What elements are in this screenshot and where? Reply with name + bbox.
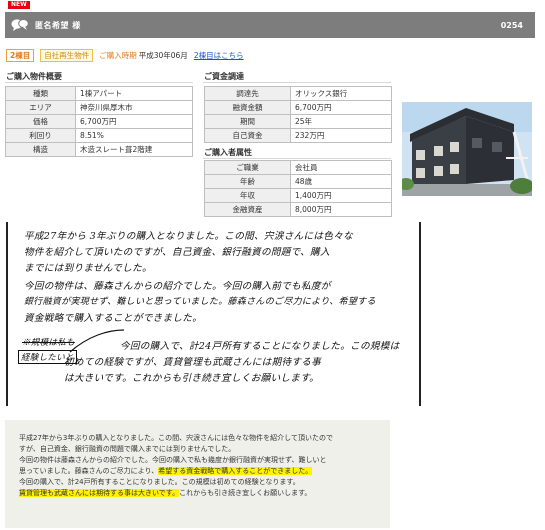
customer-name: 匿名希望 様: [35, 20, 81, 30]
comment-text: 今回の購入で、計24戸所有することになりました。この規模は初めての経験となります…: [19, 478, 300, 486]
row-key: 利回り: [5, 128, 76, 143]
table-row: 利回り 8.51%: [5, 128, 193, 143]
memo-line: 初めての経験ですが、賃貸管理も武蔵さんには期待する事: [64, 357, 322, 368]
purchase-period-label: ご購入時期: [99, 51, 137, 60]
buyer-divider: [203, 158, 391, 159]
memo-line: は大きいです。これからも引き続き宜しくお願いします。: [64, 373, 320, 384]
memo-line: 平成27年から 3年ぶりの購入となりました。この間、宍涙さんには色々な: [24, 231, 353, 242]
memo-line: までには到りませんでした。: [24, 263, 152, 274]
comment-line: 今回の物件は藤森さんからの紹介でした。今回の購入で私も幾度か銀行融資が実現せず、…: [19, 455, 376, 466]
memo-strikeout-note: ※規模は私も: [22, 338, 75, 348]
row-key: 融資金額: [204, 100, 291, 115]
tag-row: 2棟目 自社再生物件 ご購入時期 平成30年06月 2棟目はこちら: [6, 49, 244, 62]
property-table: 種類 1棟アパート エリア 神奈川県厚木市 価格 6,700万円 利回り 8.51% 構造 木造ス…: [5, 86, 193, 157]
comment-line: 賃貸管理も武蔵さんには期待する事は大きいです。これからも引き続き宜しくお願いしま…: [19, 488, 376, 499]
table-row: 種類 1棟アパート: [5, 86, 193, 101]
apartment-building-image: [402, 102, 532, 196]
row-value: 木造スレート葺2階建: [75, 142, 193, 157]
self-renovation-tag: 自社再生物件: [40, 49, 94, 62]
row-key: 金融資産: [204, 202, 291, 217]
row-value: 232万円: [290, 128, 392, 143]
purchase-period-value: 平成30年06月: [138, 51, 188, 60]
row-value: 1,400万円: [290, 188, 392, 203]
table-row: 構造 木造スレート葺2階建: [5, 142, 193, 157]
row-key: 価格: [5, 114, 76, 129]
highlighted-text: 希望する資金戦略で購入することができました。: [158, 467, 313, 475]
table-row: 融資金額 6,700万円: [204, 100, 392, 115]
table-row: 金融資産 8,000万円: [204, 202, 392, 217]
memo-arrow-icon: [69, 329, 125, 353]
row-value: 1棟アパート: [75, 86, 193, 101]
row-value: 会社員: [290, 160, 392, 175]
table-row: 年収 1,400万円: [204, 188, 392, 203]
funding-divider: [203, 82, 391, 83]
speech-bubble-icon: [11, 19, 29, 31]
row-key: 年収: [204, 188, 291, 203]
table-row: 価格 6,700万円: [5, 114, 193, 129]
row-value: 8,000万円: [290, 202, 392, 217]
floor-tag: 2棟目: [6, 49, 35, 62]
comment-line: 思っていました。藤森さんのご尽力により、希望する資金戦略で購入することができまし…: [19, 466, 376, 477]
row-key: 自己資金: [204, 128, 291, 143]
table-row: 調達先 オリックス銀行: [204, 86, 392, 101]
table-row: 自己資金 232万円: [204, 128, 392, 143]
row-key: 調達先: [204, 86, 291, 101]
header-bar: 匿名希望 様 0254: [5, 12, 535, 38]
table-row: 年齢 48歳: [204, 174, 392, 189]
comment-text: 平成27年から3年ぶりの購入となりました。この間、宍涙さんには色々な物件を紹介し…: [19, 434, 333, 442]
buyer-table: ご職業 会社員 年齢 48歳 年収 1,400万円 金融資産 8,000万円: [204, 160, 392, 217]
comment-text: すが、自己資金、銀行融資の問題で購入までには到りませんでした。: [19, 445, 236, 453]
new-badge: NEW: [8, 1, 30, 9]
row-value: オリックス銀行: [290, 86, 392, 101]
comment-line: すが、自己資金、銀行融資の問題で購入までには到りませんでした。: [19, 444, 376, 455]
row-key: 種類: [5, 86, 76, 101]
buyer-section-title: ご購入者属性: [204, 148, 252, 157]
comment-line: 平成27年から3年ぶりの購入となりました。この間、宍涙さんには色々な物件を紹介し…: [19, 433, 376, 444]
row-value: 神奈川県厚木市: [75, 100, 193, 115]
memo-line: 今回の購入で、計24戸所有することになりました。この規模は: [120, 341, 400, 352]
highlighted-text: 賃貸管理も武蔵さんには期待する事は大きいです。: [19, 489, 180, 497]
transcribed-comment: 平成27年から3年ぶりの購入となりました。この間、宍涙さんには色々な物件を紹介し…: [5, 420, 390, 528]
memo-line: 銀行融資が実現せず、難しいと思っていました。藤森さんのご尽力により、希望する: [24, 297, 376, 307]
second-building-link[interactable]: 2棟目はこちら: [194, 50, 244, 61]
memo-line: 今回の物件は、藤森さんからの紹介でした。今回の購入前でも私度が: [24, 281, 331, 292]
row-value: 8.51%: [75, 128, 193, 143]
funding-table: 調達先 オリックス銀行 融資金額 6,700万円 期間 25年 自己資金 232万円: [204, 86, 392, 143]
comment-line: 今回の購入で、計24戸所有することになりました。この規模は初めての経験となります…: [19, 477, 376, 488]
property-photo: [402, 102, 532, 196]
funding-section-title: ご資金調達: [204, 72, 244, 81]
comment-text: 思っていました。藤森さんのご尽力により、: [19, 467, 159, 475]
table-row: エリア 神奈川県厚木市: [5, 100, 193, 115]
row-value: 48歳: [290, 174, 392, 189]
table-row: 期間 25年: [204, 114, 392, 129]
memo-line: 資金戦略で購入することができました。: [24, 313, 203, 324]
row-value: 6,700万円: [290, 100, 392, 115]
property-section-title: ご購入物件概要: [6, 72, 62, 81]
row-key: 期間: [204, 114, 291, 129]
table-row: ご職業 会社員: [204, 160, 392, 175]
row-key: ご職業: [204, 160, 291, 175]
row-key: 構造: [5, 142, 76, 157]
comment-text: 今回の物件は藤森さんからの紹介でした。今回の購入で私も幾度か銀行融資が実現せず、…: [19, 456, 327, 464]
row-key: 年齢: [204, 174, 291, 189]
row-value: 6,700万円: [75, 114, 193, 129]
memo-line: 物件を紹介して頂いたのですが、自己資金、銀行融資の問題で、購入: [24, 247, 330, 258]
handwritten-memo: 平成27年から 3年ぶりの購入となりました。この間、宍涙さんには色々な 物件を紹…: [6, 222, 421, 406]
property-divider: [5, 82, 193, 83]
comment-text: これからも引き続き宜しくお願いします。: [179, 489, 312, 497]
row-value: 25年: [290, 114, 392, 129]
row-key: エリア: [5, 100, 76, 115]
case-number: 0254: [500, 20, 523, 30]
